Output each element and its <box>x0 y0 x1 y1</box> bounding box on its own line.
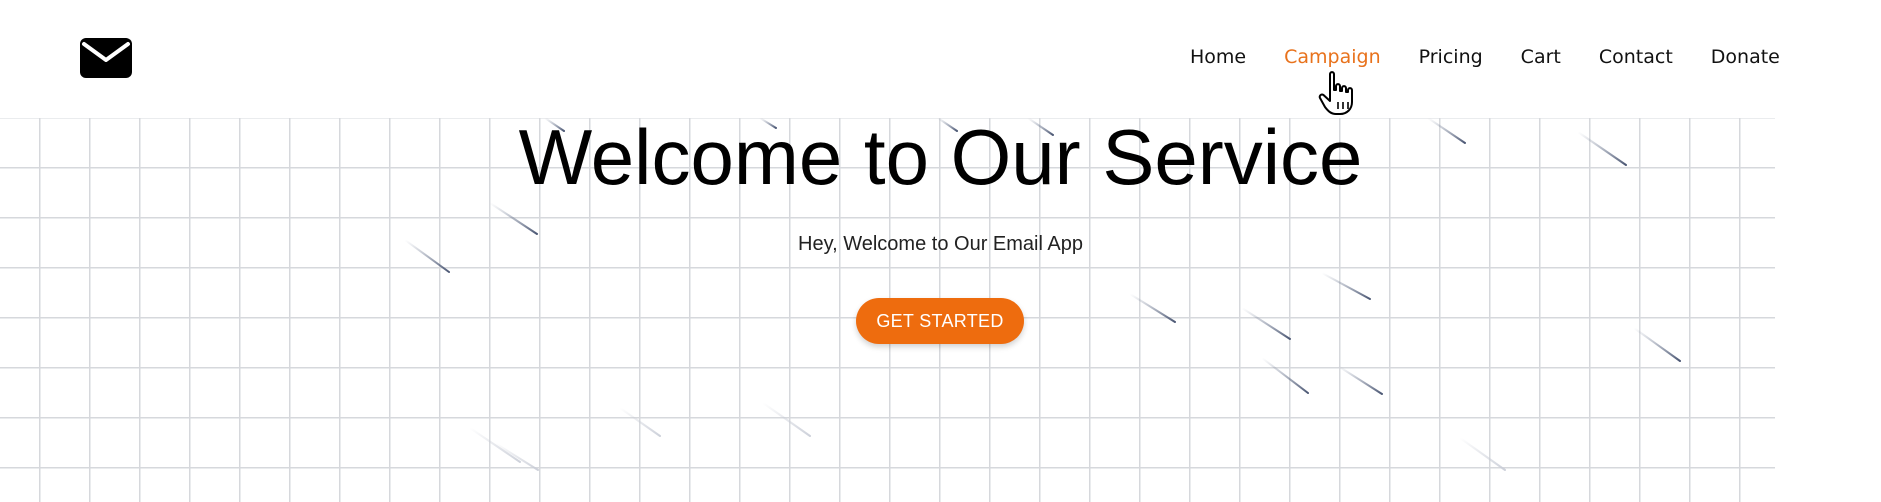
page: Home Campaign Pricing Cart Contact Donat… <box>0 0 1881 502</box>
nav-link-home[interactable]: Home <box>1190 46 1246 68</box>
nav-link-pricing[interactable]: Pricing <box>1419 46 1483 68</box>
nav-link-campaign[interactable]: Campaign <box>1284 46 1381 68</box>
hero-title: Welcome to Our Service <box>518 113 1363 201</box>
nav-link-donate[interactable]: Donate <box>1711 46 1780 68</box>
hero-subtitle: Hey, Welcome to Our Email App <box>798 233 1083 255</box>
navbar: Home Campaign Pricing Cart Contact Donat… <box>0 0 1881 118</box>
envelope-icon[interactable] <box>80 38 132 78</box>
nav-menu: Home Campaign Pricing Cart Contact Donat… <box>1190 46 1780 68</box>
get-started-button[interactable]: GET STARTED <box>856 298 1024 344</box>
nav-link-cart[interactable]: Cart <box>1521 46 1561 68</box>
nav-link-contact[interactable]: Contact <box>1599 46 1673 68</box>
hand-pointer-icon <box>1318 70 1360 116</box>
